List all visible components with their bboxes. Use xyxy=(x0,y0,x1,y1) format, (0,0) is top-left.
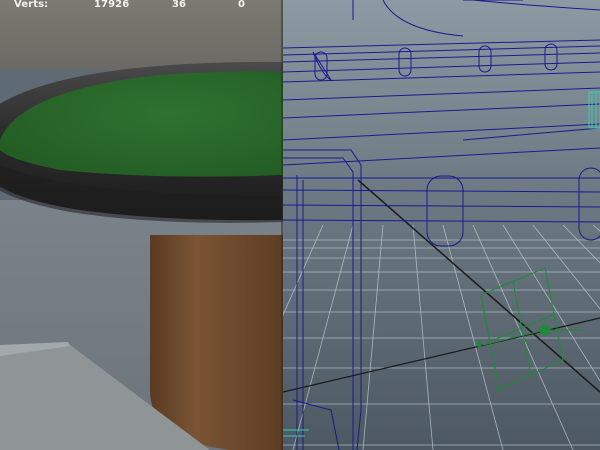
verts-value-object: 17926 xyxy=(94,0,130,10)
table-pedestal xyxy=(150,235,283,450)
shaded-viewport[interactable]: Verts: 17926 36 0 xyxy=(0,0,283,450)
wireframe-scene xyxy=(283,0,600,450)
verts-value-component: 0 xyxy=(238,0,246,10)
shaded-scene xyxy=(0,0,283,450)
verts-label: Verts: xyxy=(14,0,49,10)
heads-up-display: Verts: 17926 36 0 xyxy=(0,0,283,12)
verts-value-selected: 36 xyxy=(172,0,187,10)
wireframe-viewport[interactable] xyxy=(283,0,600,450)
